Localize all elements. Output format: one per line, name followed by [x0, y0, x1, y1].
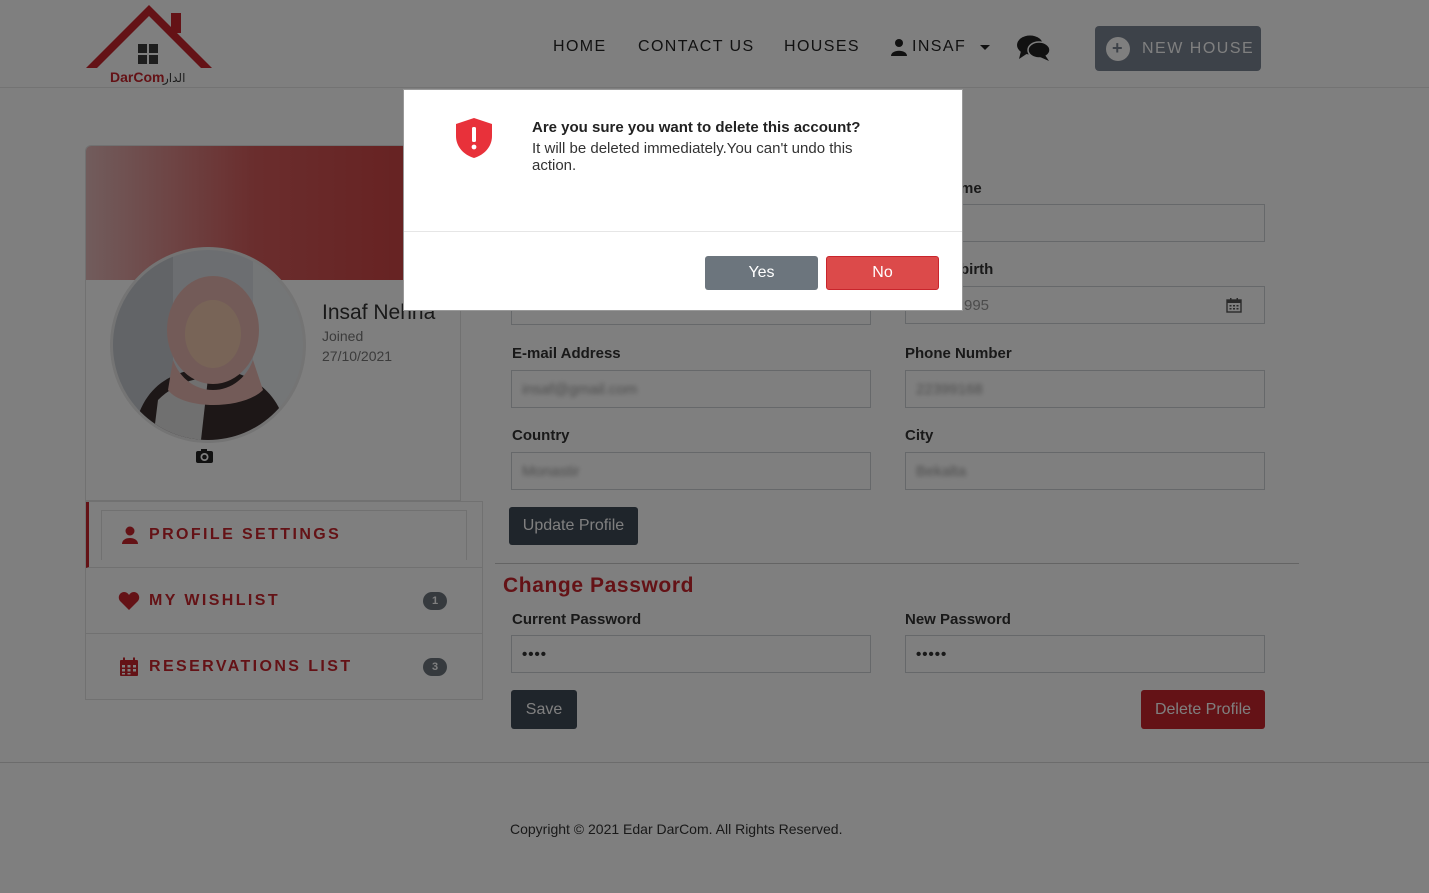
dialog-title: Are you sure you want to delete this acc… — [532, 119, 861, 136]
dialog-message: It will be deleted immediately.You can't… — [532, 140, 853, 174]
shield-alert-icon — [454, 116, 494, 160]
dialog-divider — [404, 231, 962, 232]
delete-confirm-dialog: Are you sure you want to delete this acc… — [403, 89, 963, 311]
yes-button[interactable]: Yes — [705, 256, 818, 290]
no-button[interactable]: No — [826, 256, 939, 290]
